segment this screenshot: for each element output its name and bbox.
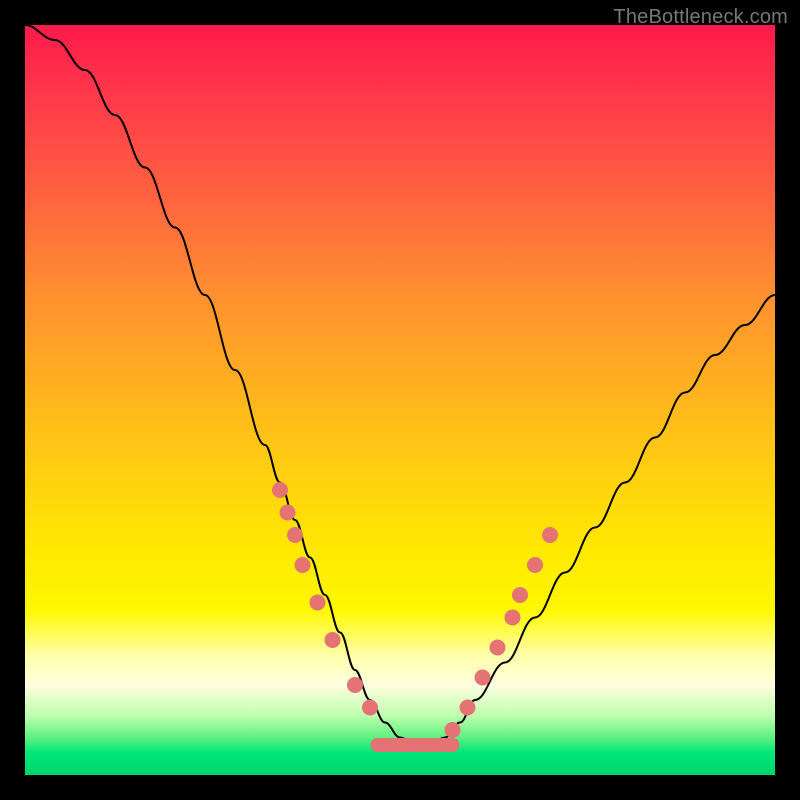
bottleneck-curve bbox=[25, 25, 775, 745]
chart-svg bbox=[25, 25, 775, 775]
curve-markers bbox=[272, 482, 558, 738]
